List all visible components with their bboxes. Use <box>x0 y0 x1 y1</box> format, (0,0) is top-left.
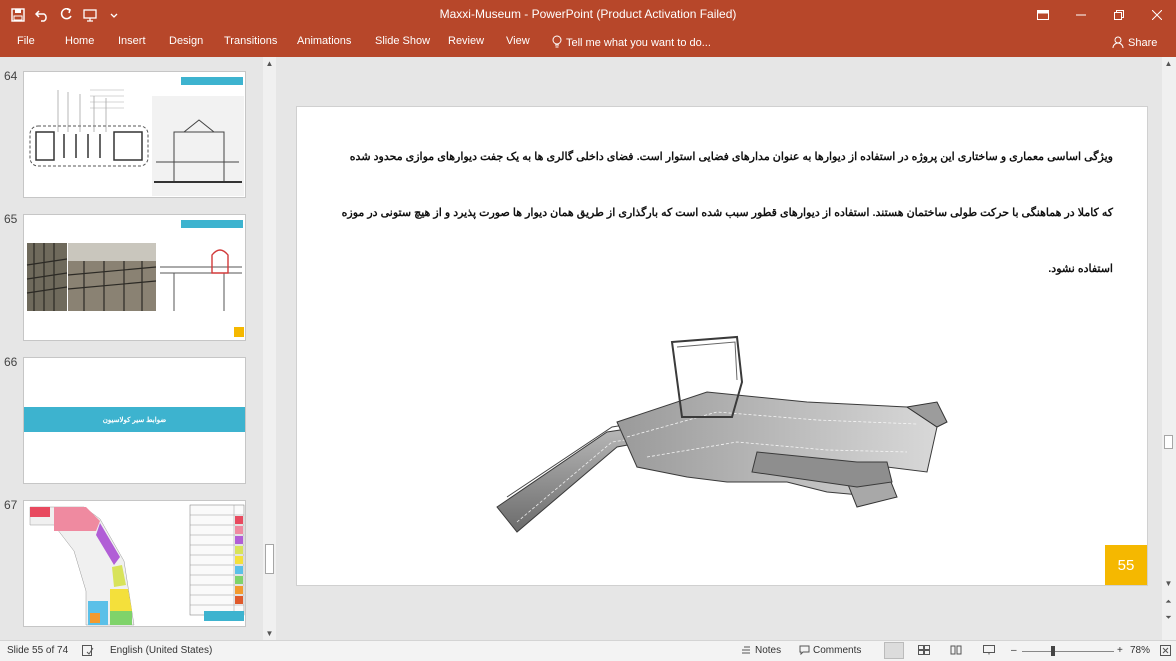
editor-vertical-scrollbar[interactable]: ▲ ▼ ⏶ ⏷ <box>1162 57 1175 640</box>
thumbnail-number: 64 <box>4 69 18 83</box>
slide-thumbnail-pane: 64 65 66 ضوابط سیر کولاسیون 67 ▲ ▼ <box>0 57 278 640</box>
tab-home[interactable]: Home <box>65 35 94 47</box>
window-controls <box>1024 0 1176 30</box>
slide-67-drawing <box>29 504 245 626</box>
current-slide[interactable]: ویژگی اساسی معماری و ساختاری این پروژه د… <box>296 106 1148 586</box>
minimize-icon[interactable] <box>1062 0 1100 30</box>
thumbnail-number: 67 <box>4 498 18 512</box>
scroll-up-icon[interactable]: ▲ <box>263 57 276 70</box>
tab-file[interactable]: File <box>17 35 35 47</box>
slide-65-drawing <box>26 220 244 337</box>
scroll-thumb[interactable] <box>265 544 274 574</box>
tab-transitions[interactable]: Transitions <box>224 35 277 47</box>
fit-slide-icon[interactable] <box>1160 645 1171 659</box>
spellcheck-icon[interactable] <box>82 645 94 659</box>
restore-icon[interactable] <box>1100 0 1138 30</box>
window-title: Maxxi-Museum - PowerPoint (Product Activ… <box>439 7 737 21</box>
slideshow-view-icon[interactable] <box>983 645 995 658</box>
zoom-slider[interactable] <box>1022 646 1114 656</box>
title-bar: Maxxi-Museum - PowerPoint (Product Activ… <box>0 0 1176 30</box>
slide-sorter-icon[interactable] <box>918 645 930 658</box>
thumbnail-scrollbar[interactable]: ▲ ▼ <box>263 57 276 640</box>
slide-text-line-3: استفاده نشود. <box>1048 263 1113 275</box>
tab-insert[interactable]: Insert <box>118 35 146 47</box>
scroll-thumb[interactable] <box>1164 435 1173 449</box>
notes-icon[interactable] <box>741 645 751 658</box>
scroll-up-icon[interactable]: ▲ <box>1162 57 1175 70</box>
zoom-slider-thumb[interactable] <box>1051 646 1055 656</box>
slide-66-banner: ضوابط سیر کولاسیون <box>24 407 245 432</box>
slide-page-number: 55 <box>1105 545 1147 585</box>
zoom-level[interactable]: 78% <box>1130 645 1150 656</box>
notes-button[interactable]: Notes <box>755 645 781 656</box>
scroll-down-icon[interactable]: ▼ <box>1162 577 1175 590</box>
reading-view-icon[interactable] <box>950 645 962 658</box>
scroll-down-icon[interactable]: ▼ <box>263 627 276 640</box>
close-icon[interactable] <box>1138 0 1176 30</box>
next-slide-icon[interactable]: ⏷ <box>1162 611 1175 624</box>
slide-thumbnail-64[interactable] <box>23 71 246 198</box>
share-button[interactable]: Share <box>1112 33 1162 53</box>
normal-view-icon[interactable] <box>884 642 904 659</box>
comments-button[interactable]: Comments <box>813 645 861 656</box>
tab-slide-show[interactable]: Slide Show <box>375 35 430 47</box>
previous-slide-icon[interactable]: ⏶ <box>1162 595 1175 608</box>
ribbon: File Home Insert Design Transitions Anim… <box>0 30 1176 57</box>
tell-me-box[interactable]: Tell me what you want to do... <box>552 35 711 51</box>
slide-counter: Slide 55 of 74 <box>7 645 69 656</box>
tab-view[interactable]: View <box>506 35 530 47</box>
slide-editor: ویژگی اساسی معماری و ساختاری این پروژه د… <box>279 57 1176 640</box>
museum-3d-model-image <box>496 335 948 533</box>
slide-66-banner-text: ضوابط سیر کولاسیون <box>102 416 167 424</box>
slide-64-drawing <box>29 77 244 196</box>
thumbnail-number: 66 <box>4 355 18 369</box>
slide-thumbnail-67[interactable] <box>23 500 246 627</box>
zoom-in-icon[interactable]: + <box>1117 645 1123 656</box>
slide-text-line-1: ویژگی اساسی معماری و ساختاری این پروژه د… <box>349 151 1113 163</box>
slide-thumbnail-65[interactable] <box>23 214 246 341</box>
slide-text-line-2: که کاملا در هماهنگی با حرکت طولی ساختمان… <box>341 207 1113 219</box>
ribbon-display-icon[interactable] <box>1024 0 1062 30</box>
zoom-out-icon[interactable]: – <box>1011 645 1017 656</box>
status-bar: Slide 55 of 74 English (United States) N… <box>0 640 1176 661</box>
share-label: Share <box>1128 37 1158 49</box>
comments-icon[interactable] <box>799 645 810 658</box>
person-icon <box>1112 36 1124 51</box>
tell-me-text: Tell me what you want to do... <box>566 37 711 49</box>
tab-animations[interactable]: Animations <box>297 35 351 47</box>
tab-review[interactable]: Review <box>448 35 484 47</box>
lightbulb-icon <box>552 35 562 51</box>
slide-thumbnail-66[interactable]: ضوابط سیر کولاسیون <box>23 357 246 484</box>
tab-design[interactable]: Design <box>169 35 203 47</box>
language-status[interactable]: English (United States) <box>110 645 212 656</box>
thumbnail-number: 65 <box>4 212 18 226</box>
